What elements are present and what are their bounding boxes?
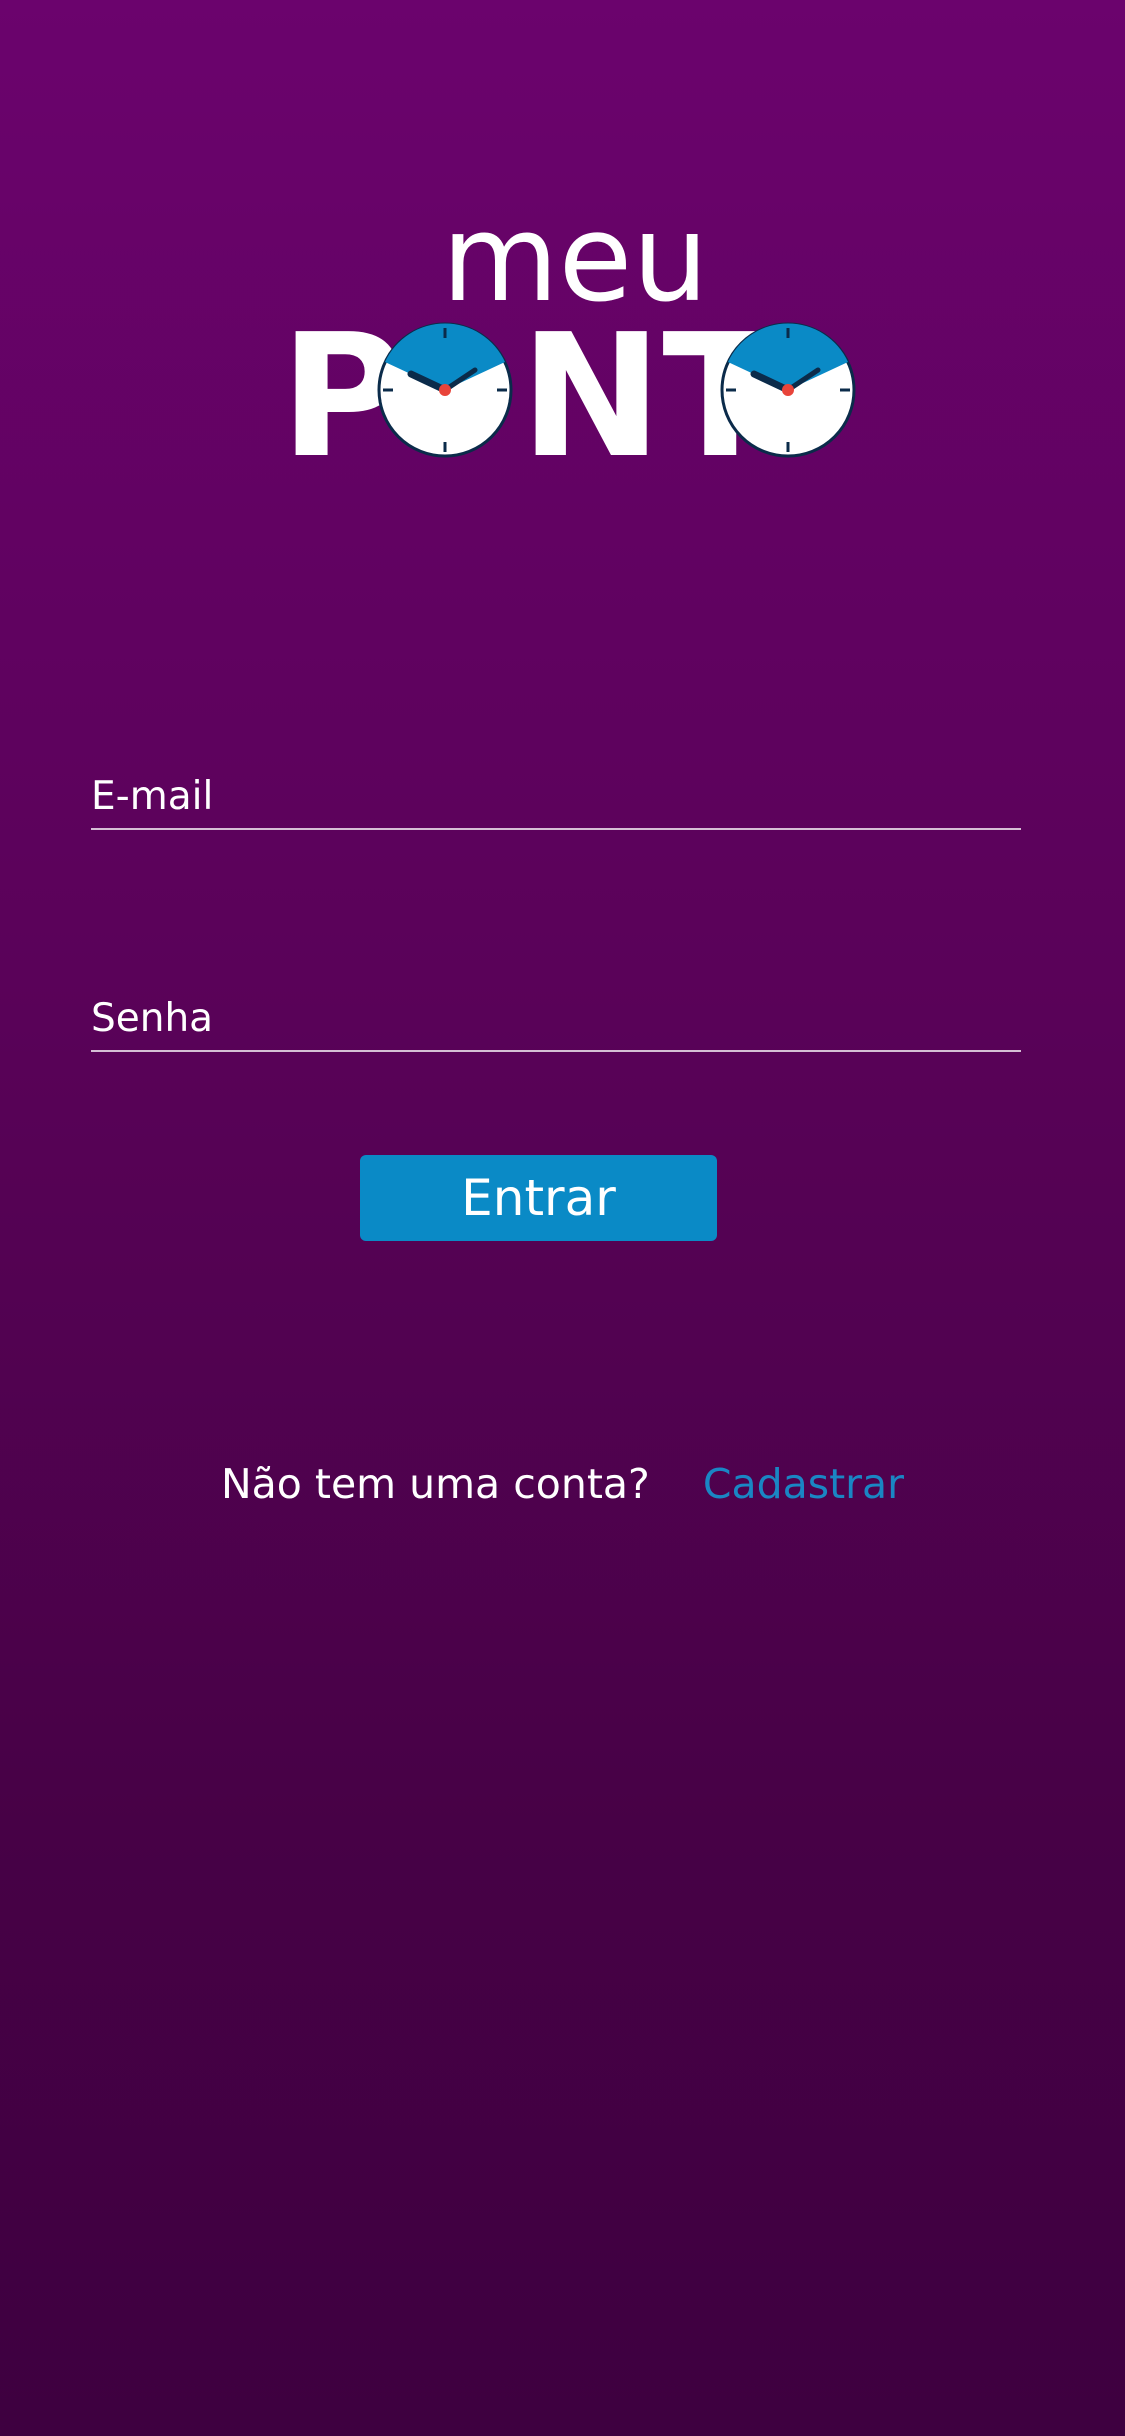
app-logo: meu P NT xyxy=(270,200,870,470)
signup-question: Não tem uma conta? xyxy=(220,1460,650,1508)
clock-icon xyxy=(377,322,513,458)
signup-link[interactable]: Cadastrar xyxy=(703,1460,904,1508)
login-button[interactable]: Entrar xyxy=(360,1155,717,1241)
signup-prompt: Não tem uma conta? Cadastrar xyxy=(0,1460,1125,1508)
email-input[interactable] xyxy=(91,768,1021,824)
password-field xyxy=(91,990,1021,1052)
app-logo-graphic: meu P NT xyxy=(280,200,856,470)
clock-icon xyxy=(720,322,856,458)
email-field xyxy=(91,768,1021,830)
password-input[interactable] xyxy=(91,990,1021,1046)
